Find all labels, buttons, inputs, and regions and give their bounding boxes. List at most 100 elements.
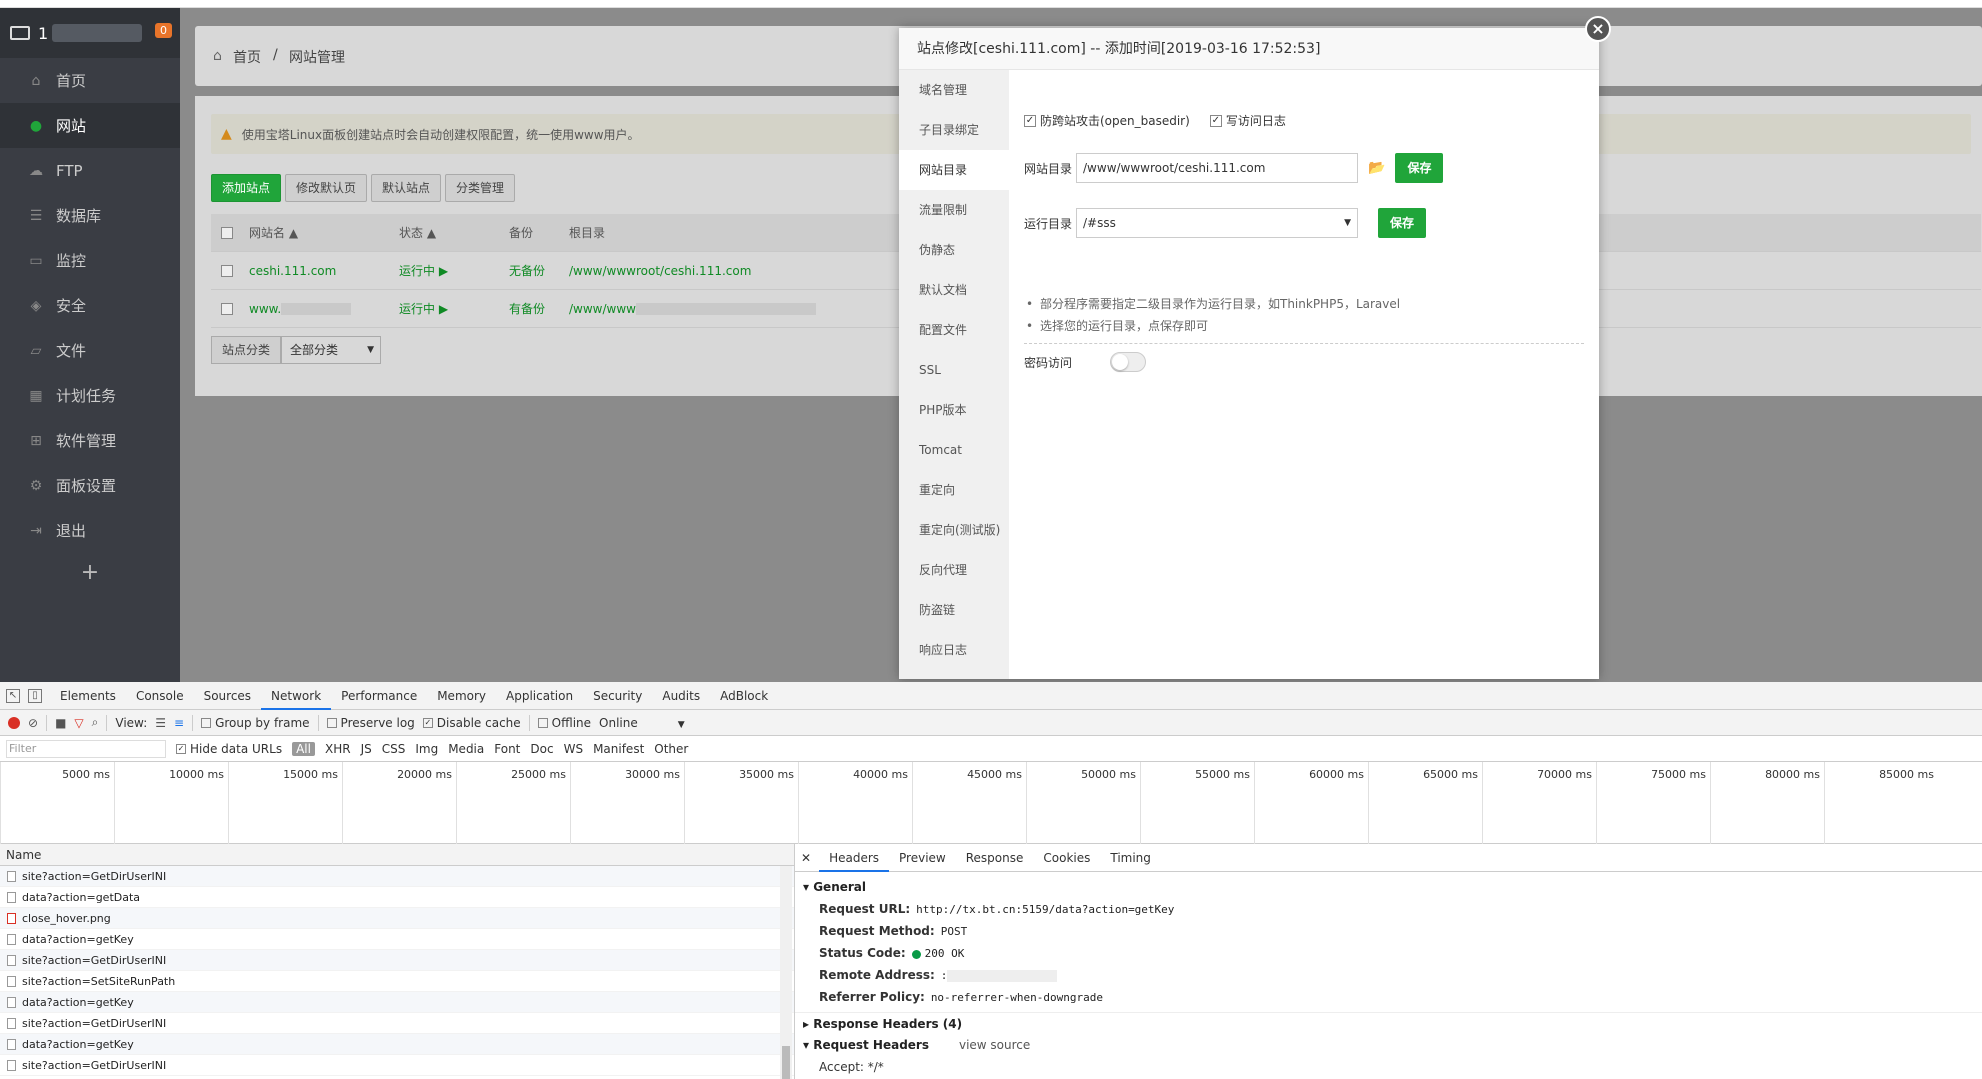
edit-default-page-button[interactable]: 修改默认页	[285, 174, 368, 202]
category-select[interactable]: 全部分类	[281, 336, 382, 364]
modal-nav-item-active[interactable]: 网站目录	[899, 150, 1009, 190]
sidebar-item-database[interactable]: ☰ 数据库	[0, 193, 180, 238]
sidebar-item-website[interactable]: ● 网站	[0, 103, 180, 148]
modal-nav-item[interactable]: 流量限制	[899, 190, 1009, 230]
modal-nav-item[interactable]: 防盗链	[899, 590, 1009, 630]
type-filter-ws[interactable]: WS	[564, 742, 583, 756]
tab-application[interactable]: Application	[496, 682, 583, 710]
col-name[interactable]: 网站名 ▲	[249, 224, 399, 241]
type-filter-font[interactable]: Font	[494, 742, 520, 756]
site-backup[interactable]: 有备份	[509, 300, 569, 317]
open-basedir-checkbox[interactable]: ✓	[1024, 114, 1036, 127]
list-view-icon[interactable]: ☰	[155, 716, 166, 730]
sidebar-item-logout[interactable]: ⇥ 退出	[0, 508, 180, 553]
scrollbar-thumb[interactable]	[782, 1046, 790, 1079]
inspect-icon[interactable]: ↖	[6, 688, 20, 703]
modal-nav-item[interactable]: 配置文件	[899, 310, 1009, 350]
tab-performance[interactable]: Performance	[331, 682, 427, 710]
modal-nav-item[interactable]: 域名管理	[899, 70, 1009, 110]
type-filter-media[interactable]: Media	[448, 742, 484, 756]
category-manage-button[interactable]: 分类管理	[445, 174, 516, 202]
sidebar-item-software[interactable]: ⊞ 软件管理	[0, 418, 180, 463]
type-filter-css[interactable]: CSS	[382, 742, 406, 756]
modal-nav-item[interactable]: PHP版本	[899, 390, 1009, 430]
offline-option[interactable]: Offline	[537, 716, 591, 730]
notification-badge[interactable]: 0	[155, 23, 172, 38]
sidebar-item-security[interactable]: ◈ 安全	[0, 283, 180, 328]
request-row[interactable]: data?action=getData	[0, 887, 794, 908]
row-checkbox[interactable]	[221, 302, 233, 315]
filter-input[interactable]: Filter	[6, 739, 166, 758]
general-section[interactable]: ▾ General	[795, 876, 1982, 898]
sidebar-item-cron[interactable]: ▦ 计划任务	[0, 373, 180, 418]
network-timeline[interactable]: 5000 ms 10000 ms 15000 ms 20000 ms 25000 ms 3…	[0, 762, 1982, 844]
request-row[interactable]: close_hover.png	[0, 908, 794, 929]
waterfall-view-icon[interactable]: ≡	[174, 716, 184, 730]
save-site-dir-button[interactable]: 保存	[1395, 153, 1444, 183]
modal-nav-item[interactable]: 伪静态	[899, 230, 1009, 270]
tab-headers[interactable]: Headers	[819, 844, 890, 872]
modal-nav-item[interactable]: 默认文档	[899, 270, 1009, 310]
tab-security[interactable]: Security	[583, 682, 652, 710]
close-icon[interactable]: ×	[1585, 16, 1611, 42]
breadcrumb-home[interactable]: 首页	[233, 47, 261, 67]
site-name-link[interactable]: www.	[249, 302, 399, 316]
tab-network[interactable]: Network	[261, 682, 332, 710]
tab-cookies[interactable]: Cookies	[1033, 844, 1100, 872]
record-icon[interactable]	[8, 716, 20, 729]
tab-timing[interactable]: Timing	[1100, 844, 1161, 872]
request-row[interactable]: site?action=GetDirUserINI	[0, 866, 794, 887]
camera-icon[interactable]: ■	[55, 716, 66, 730]
modal-nav-item[interactable]: 重定向(测试版)	[899, 510, 1009, 550]
sidebar-item-home[interactable]: ⌂ 首页	[0, 58, 180, 103]
folder-open-icon[interactable]: 📂	[1368, 160, 1385, 176]
sidebar-item-monitor[interactable]: ▭ 监控	[0, 238, 180, 283]
request-row[interactable]: data?action=getKey	[0, 929, 794, 950]
password-toggle[interactable]	[1110, 352, 1147, 372]
request-row[interactable]: site?action=GetDirUserINI	[0, 1013, 794, 1034]
request-headers-section[interactable]: ▾ Request Headers view source	[795, 1034, 1982, 1056]
view-source-link[interactable]: view source	[959, 1038, 1030, 1052]
type-filter-xhr[interactable]: XHR	[325, 742, 351, 756]
hide-data-urls-option[interactable]: ✓ Hide data URLs	[176, 742, 282, 756]
tab-preview[interactable]: Preview	[889, 844, 956, 872]
add-site-button[interactable]: 添加站点	[211, 174, 282, 202]
type-filter-manifest[interactable]: Manifest	[593, 742, 644, 756]
request-row[interactable]: site?action=GetDirUserINI	[0, 1055, 794, 1076]
type-filter-all[interactable]: All	[292, 741, 315, 756]
request-row[interactable]: data?action=getKey	[0, 1034, 794, 1055]
disable-cache-option[interactable]: ✓ Disable cache	[422, 716, 521, 730]
col-status[interactable]: 状态 ▲	[399, 224, 509, 241]
preserve-log-option[interactable]: Preserve log	[326, 716, 415, 730]
site-backup[interactable]: 无备份	[509, 262, 569, 279]
modal-nav-item[interactable]: 响应日志	[899, 630, 1009, 670]
type-filter-js[interactable]: JS	[361, 742, 372, 756]
search-icon[interactable]: ⌕	[92, 715, 99, 730]
throttle-select[interactable]: Online ▼	[599, 716, 685, 730]
close-icon[interactable]: ✕	[801, 851, 811, 865]
tab-elements[interactable]: Elements	[50, 682, 126, 710]
save-run-dir-button[interactable]: 保存	[1378, 208, 1427, 238]
modal-nav-item[interactable]: 重定向	[899, 470, 1009, 510]
site-name-link[interactable]: ceshi.111.com	[249, 264, 399, 278]
request-row[interactable]: data?action=getKey	[0, 992, 794, 1013]
modal-nav-item[interactable]: Tomcat	[899, 430, 1009, 470]
scrollbar[interactable]	[780, 866, 792, 1079]
run-dir-select[interactable]: /#sss	[1076, 208, 1359, 238]
request-row[interactable]: site?action=SetSiteRunPath	[0, 971, 794, 992]
site-root-link[interactable]: /www/www	[569, 302, 816, 316]
name-column-header[interactable]: Name	[0, 844, 794, 866]
type-filter-doc[interactable]: Doc	[530, 742, 553, 756]
row-checkbox[interactable]	[221, 264, 233, 277]
modal-nav-item[interactable]: 子目录绑定	[899, 110, 1009, 150]
device-toggle-icon[interactable]: ▯	[28, 688, 42, 703]
clear-icon[interactable]: ⊘	[28, 716, 38, 730]
modal-nav-item[interactable]: SSL	[899, 350, 1009, 390]
tab-console[interactable]: Console	[126, 682, 194, 710]
modal-nav-item[interactable]: 反向代理	[899, 550, 1009, 590]
response-headers-section[interactable]: ▸ Response Headers (4)	[795, 1012, 1982, 1034]
site-status[interactable]: 运行中 ▶	[399, 262, 509, 279]
type-filter-other[interactable]: Other	[654, 742, 688, 756]
group-by-frame-option[interactable]: Group by frame	[201, 716, 310, 730]
tab-sources[interactable]: Sources	[194, 682, 261, 710]
